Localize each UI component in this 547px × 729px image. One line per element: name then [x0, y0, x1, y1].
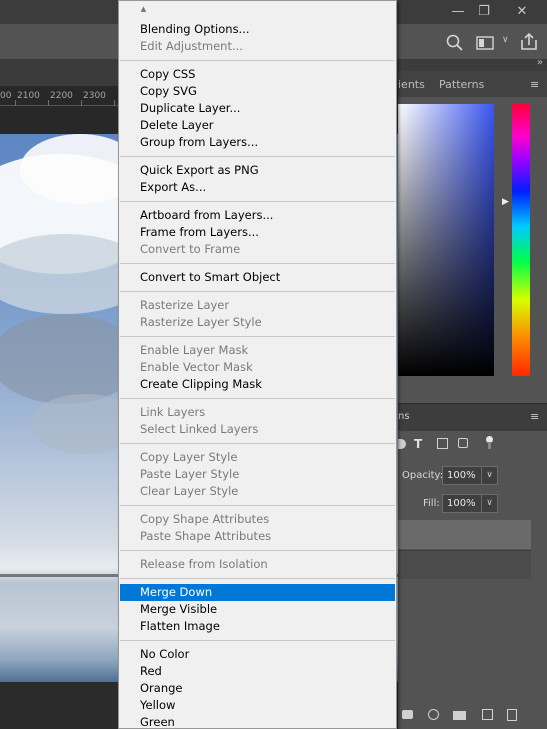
fill-input[interactable]: 100% [442, 494, 482, 513]
menu-separator [120, 60, 395, 61]
menu-separator [120, 578, 395, 579]
layer-row[interactable] [398, 550, 531, 579]
menu-item-frame-from-layers[interactable]: Frame from Layers... [120, 224, 395, 241]
scroll-up-arrow-icon[interactable]: ▲ [119, 5, 168, 13]
layers-panel-tabs: ns ≡ [398, 403, 547, 431]
chevron-down-icon[interactable]: ∨ [482, 466, 498, 485]
menu-item-orange[interactable]: Orange [120, 680, 395, 697]
menu-separator [120, 156, 395, 157]
menu-item-link-layers: Link Layers [140, 405, 206, 419]
menu-item-clear-layer-style: Clear Layer Style [140, 484, 239, 498]
menu-item-convert-to-frame: Convert to Frame [140, 242, 241, 256]
menu-separator [120, 640, 395, 641]
layer-context-menu: ▲ Blending Options... Edit Adjustment...… [118, 0, 397, 729]
menu-item-red[interactable]: Red [120, 663, 395, 680]
search-icon[interactable] [446, 34, 463, 51]
menu-item-copy-svg[interactable]: Copy SVG [120, 83, 395, 100]
ruler-label: 00 [0, 91, 12, 101]
shape-filter-icon[interactable] [437, 438, 448, 449]
hue-pointer-icon[interactable]: ▶ [502, 197, 509, 207]
menu-separator [120, 398, 395, 399]
color-field[interactable] [398, 104, 494, 376]
restore-icon[interactable]: ❐ [469, 2, 499, 22]
menu-item-copy-shape-attributes: Copy Shape Attributes [140, 512, 270, 526]
menu-item-rasterize-layer: Rasterize Layer [140, 298, 230, 312]
menu-separator [120, 336, 395, 337]
menu-item-quick-export-png[interactable]: Quick Export as PNG [120, 162, 395, 179]
chevron-down-icon[interactable]: ∨ [502, 35, 509, 45]
panel-menu-icon[interactable]: ≡ [530, 78, 539, 91]
new-layer-icon[interactable] [482, 709, 493, 720]
menu-item-merge-visible[interactable]: Merge Visible [120, 601, 395, 618]
menu-item-create-clipping-mask[interactable]: Create Clipping Mask [120, 376, 395, 393]
share-icon[interactable] [520, 32, 538, 51]
menu-item-duplicate-layer[interactable]: Duplicate Layer... [120, 100, 395, 117]
menu-item-flatten-image[interactable]: Flatten Image [120, 618, 395, 635]
menu-item-paste-shape-attributes: Paste Shape Attributes [140, 529, 272, 543]
menu-item-copy-layer-style: Copy Layer Style [140, 450, 238, 464]
add-mask-icon[interactable] [402, 710, 413, 719]
menu-item-rasterize-layer-style: Rasterize Layer Style [140, 315, 262, 329]
tab-patterns[interactable]: Patterns [439, 78, 484, 91]
menu-item-edit-adjustment: Edit Adjustment... [140, 39, 243, 53]
trash-icon[interactable] [507, 709, 517, 721]
opacity-label: Opacity: [402, 470, 444, 481]
layer-filter-row: T [398, 433, 547, 463]
right-panels: » ients Patterns ≡ ▶ ns ≡ T Opacity: 100… [398, 57, 547, 729]
menu-separator [120, 291, 395, 292]
panel-menu-icon[interactable]: ≡ [530, 410, 539, 423]
layers-panel-footer [398, 704, 547, 729]
collapse-icon[interactable]: » [537, 57, 543, 68]
menu-separator [120, 443, 395, 444]
menu-separator [120, 550, 395, 551]
menu-item-artboard-from-layers[interactable]: Artboard from Layers... [120, 207, 395, 224]
menu-item-yellow[interactable]: Yellow [120, 697, 395, 714]
menu-item-enable-vector-mask: Enable Vector Mask [140, 360, 253, 374]
smart-object-filter-icon[interactable] [458, 438, 468, 448]
ruler-label: 2200 [50, 91, 73, 101]
filter-toggle-stem [488, 442, 491, 449]
menu-item-enable-layer-mask: Enable Layer Mask [140, 343, 249, 357]
menu-item-group-from-layers[interactable]: Group from Layers... [120, 134, 395, 151]
workspace-icon[interactable] [476, 36, 494, 50]
menu-item-select-linked-layers: Select Linked Layers [140, 422, 259, 436]
adjustment-filter-icon[interactable] [398, 439, 406, 449]
menu-item-export-as[interactable]: Export As... [120, 179, 395, 196]
color-panel-tabs: ients Patterns ≡ [398, 71, 547, 97]
adjustment-layer-icon[interactable] [428, 709, 439, 720]
ruler-label: 2300 [83, 91, 106, 101]
hue-slider[interactable] [512, 104, 530, 376]
menu-item-no-color[interactable]: No Color [120, 646, 395, 663]
close-icon[interactable]: ✕ [507, 2, 537, 22]
ruler-label: 2100 [17, 91, 40, 101]
menu-item-green[interactable]: Green [120, 714, 395, 729]
menu-item-copy-css[interactable]: Copy CSS [120, 66, 395, 83]
menu-item-merge-down[interactable]: Merge Down [120, 584, 395, 601]
menu-item-blending-options[interactable]: Blending Options... [120, 21, 395, 38]
menu-separator [120, 201, 395, 202]
menu-item-delete-layer[interactable]: Delete Layer [120, 117, 395, 134]
chevron-down-icon[interactable]: ∨ [482, 494, 498, 513]
tab-layers[interactable]: ns [398, 411, 410, 422]
layer-row-selected[interactable] [398, 520, 531, 549]
type-filter-icon[interactable]: T [414, 437, 422, 451]
folder-icon[interactable] [453, 711, 466, 720]
menu-separator [120, 263, 395, 264]
menu-item-release-from-isolation: Release from Isolation [140, 557, 268, 571]
tab-gradients[interactable]: ients [398, 78, 425, 91]
panel-dock-header: » [398, 57, 547, 71]
menu-item-paste-layer-style: Paste Layer Style [140, 467, 240, 481]
photoshop-window: — ❐ ✕ ∨ » 00 2100 2200 2300 [0, 0, 547, 729]
menu-separator [120, 505, 395, 506]
menu-item-convert-to-smart-object[interactable]: Convert to Smart Object [120, 269, 395, 286]
fill-label: Fill: [423, 498, 440, 509]
opacity-input[interactable]: 100% [442, 466, 482, 485]
